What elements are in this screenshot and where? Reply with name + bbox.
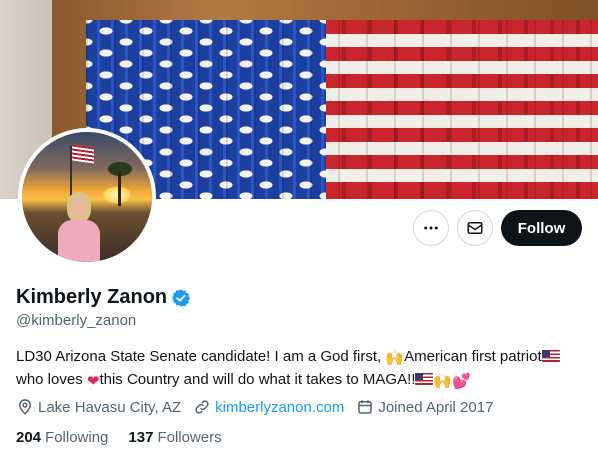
- more-horizontal-icon: [424, 226, 438, 230]
- profile-avatar[interactable]: [18, 128, 156, 266]
- avatar-pink-jacket: [58, 220, 100, 262]
- red-heart-emoji-icon: ❤: [86, 373, 100, 390]
- envelope-icon: [467, 222, 483, 234]
- link-icon: [195, 400, 209, 414]
- praying-hands-emoji-icon: 🙌: [385, 350, 405, 367]
- profile-bio: LD30 Arizona State Senate candidate! I a…: [16, 346, 586, 392]
- avatar-flag: [72, 144, 94, 164]
- avatar-face: [71, 198, 87, 218]
- profile-handle: @kimberly_zanon: [16, 312, 137, 329]
- following-label: Following: [45, 429, 109, 446]
- bio-text-1: LD30 Arizona State Senate candidate! I a…: [16, 348, 386, 365]
- banner-bullet-flag: [86, 20, 598, 199]
- bio-text-4: this Country and will do what it takes t…: [99, 371, 416, 388]
- avatar-sun: [102, 186, 132, 204]
- followers-count-link[interactable]: 137 Followers: [128, 429, 221, 446]
- praying-hands-emoji-icon: 🙌: [433, 373, 453, 390]
- joined-text: Joined April 2017: [378, 398, 494, 416]
- profile-website[interactable]: kimberlyzanon.com: [193, 398, 344, 416]
- us-flag-emoji-icon: [541, 350, 560, 362]
- us-flag-emoji-icon: [415, 373, 434, 385]
- profile-location: Lake Havasu City, AZ: [16, 398, 181, 416]
- following-count-link[interactable]: 204 Following: [16, 429, 108, 446]
- sparkle-heart-emoji-icon: 💕: [452, 373, 471, 390]
- flag-bullet-texture: [86, 20, 598, 199]
- follow-counts: 204 Following 137 Followers: [16, 429, 242, 446]
- profile-name: Kimberly Zanon: [16, 286, 168, 308]
- verified-badge-icon[interactable]: [171, 288, 191, 308]
- followers-count: 137: [128, 429, 154, 446]
- location-text: Lake Havasu City, AZ: [38, 398, 182, 416]
- bio-text-3: who loves: [16, 371, 87, 388]
- calendar-icon: [358, 400, 373, 414]
- profile-meta: Lake Havasu City, AZ kimberlyzanon.com J…: [16, 398, 505, 416]
- follow-button[interactable]: Follow: [501, 210, 582, 246]
- followers-label: Followers: [157, 429, 222, 446]
- website-link[interactable]: kimberlyzanon.com: [215, 399, 344, 416]
- location-pin-icon: [18, 399, 32, 415]
- avatar-person: [56, 192, 102, 262]
- profile-joined: Joined April 2017: [356, 398, 493, 416]
- avatar-palm-trunk: [118, 172, 121, 206]
- more-options-button[interactable]: [413, 210, 449, 246]
- bio-text-2: American first patriot: [404, 348, 542, 365]
- following-count: 204: [16, 429, 42, 446]
- message-button[interactable]: [457, 210, 493, 246]
- profile-name-row: Kimberly Zanon: [16, 286, 191, 309]
